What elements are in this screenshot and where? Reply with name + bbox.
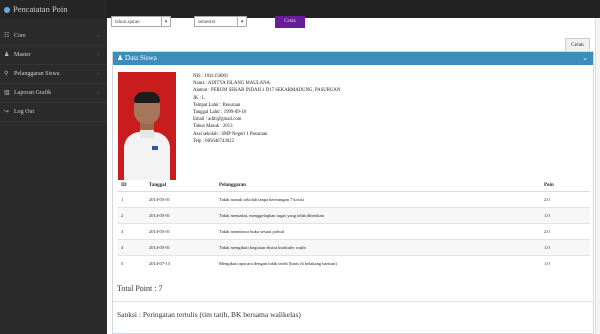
- cell-pelanggaran: Tidak mengikuti kegiatan ekstra kurikule…: [215, 239, 540, 256]
- chevron-down-icon: ▾: [237, 17, 246, 26]
- cell-poin: 1.0: [540, 239, 590, 256]
- student-photo: [118, 72, 176, 180]
- sidebar-item-laporan-grafik[interactable]: ▥ Laporan Grafik ›: [0, 84, 107, 103]
- cell-id: 4: [117, 239, 145, 256]
- cell-tanggal: 2014-05-01: [145, 191, 215, 208]
- student-birthdate: Tanggal Lahir : 1999-09-18: [193, 110, 247, 116]
- cell-id: 1: [117, 191, 145, 208]
- cell-tanggal: 2014-05-01: [145, 207, 215, 224]
- cell-pelanggaran: Tidak memakai, menggelapkan tugas yang t…: [215, 207, 540, 224]
- print-button[interactable]: Cetak: [565, 38, 590, 52]
- cell-id: 5: [117, 255, 145, 271]
- cell-tanggal: 2014-05-01: [145, 239, 215, 256]
- student-entry-year: Tahun Masuk : 2013: [193, 124, 233, 130]
- sidebar-item-pelanggaran-siswa[interactable]: ⚲ Pelanggaran Siswa ›: [0, 65, 107, 84]
- student-nis: NIS : 1041150001: [193, 74, 229, 79]
- table-header-row: ID Tanggal Pelanggaran Poin: [117, 180, 590, 192]
- sidebar-item-label: Pelanggaran Siswa: [14, 71, 60, 77]
- sidebar-item-label: Core: [14, 33, 26, 39]
- top-navbar: [107, 0, 600, 18]
- panel-title: Data Siswa: [125, 54, 157, 62]
- window-frame: [595, 18, 600, 334]
- user-icon: ♟: [4, 52, 10, 58]
- app-brand[interactable]: Pencatatan Poin: [0, 0, 107, 18]
- cell-poin: 1.0: [540, 255, 590, 271]
- student-birthplace: Tempat Lahir : Pasuruan: [193, 102, 241, 108]
- student-gender: JK : L: [193, 95, 205, 101]
- column-header-id[interactable]: ID: [117, 180, 145, 192]
- student-info: NIS : 1041150001 Nama : ADITYA ISLANG MA…: [193, 73, 340, 145]
- chevron-down-icon[interactable]: ⌄: [582, 52, 588, 65]
- sidebar-item-logout[interactable]: ↪ Log Out: [0, 103, 107, 122]
- app-logo-icon: [4, 7, 10, 14]
- student-address: Alamat : PERUM SEKAR INDAH 1 D17 SEKARMA…: [193, 88, 341, 94]
- table-row: 2 2014-05-01 Tidak memakai, menggelapkan…: [117, 207, 590, 224]
- cell-id: 3: [117, 223, 145, 240]
- cell-poin: 2.0: [540, 191, 590, 208]
- student-name: Nama : ADITYA ISLANG MAULANA: [193, 81, 271, 87]
- chevron-right-icon: ›: [97, 90, 99, 96]
- cell-pelanggaran: Mengikuti upacara dengan tidak tertib (b…: [215, 255, 540, 271]
- column-header-pelanggaran[interactable]: Pelanggaran: [215, 180, 540, 192]
- table-row: 5 2014-07-13 Mengikuti upacara dengan ti…: [117, 255, 590, 271]
- table-row: 1 2014-05-01 Tidak masuk sekolah tanpa k…: [117, 191, 590, 208]
- filter-bar: tahun ajaran ▾ semester ▾ Cetak: [107, 16, 595, 30]
- sidebar-item-master[interactable]: ♟ Master ›: [0, 46, 107, 65]
- select-value: semester: [198, 20, 216, 25]
- column-header-poin[interactable]: Poin: [540, 180, 590, 192]
- chart-icon: ▥: [4, 90, 10, 96]
- cell-pelanggaran: Tidak masuk sekolah tanpa keterangan 7 k…: [215, 191, 540, 208]
- total-point: Total Point : 7: [117, 284, 163, 293]
- table-row: 4 2014-05-01 Tidak mengikuti kegiatan ek…: [117, 239, 590, 256]
- cell-pelanggaran: Tidak membawa buku sesuai jadwal: [215, 223, 540, 240]
- sidebar-item-label: Log Out: [14, 109, 35, 115]
- user-icon: ♟: [117, 54, 126, 62]
- semester-select[interactable]: semester ▾: [194, 16, 247, 27]
- cell-poin: 2.0: [540, 223, 590, 240]
- sidebar: Pencatatan Poin ☷ Core › ♟ Master › ⚲ Pelangg…: [0, 0, 107, 334]
- divider: [113, 301, 593, 302]
- sidebar-item-label: Master: [14, 52, 31, 58]
- app-title: Pencatatan Poin: [13, 4, 68, 14]
- student-phone: Telp : 085646743022: [193, 138, 234, 144]
- cell-id: 2: [117, 207, 145, 224]
- table-row: 3 2014-05-01 Tidak membawa buku sesuai j…: [117, 223, 590, 240]
- filter-submit-button[interactable]: Cetak: [275, 16, 305, 28]
- chevron-right-icon: ›: [97, 33, 99, 39]
- student-origin-school: Asal sekolah : SMP Negeri 1 Pasuruan: [193, 131, 268, 137]
- search-icon: ⚲: [4, 71, 9, 77]
- column-header-tanggal[interactable]: Tanggal: [145, 180, 215, 192]
- tahun-ajaran-select[interactable]: tahun ajaran ▾: [111, 16, 171, 27]
- cell-poin: 1.0: [540, 207, 590, 224]
- sanction-text: Sanksi : Peringatan tertulis (tim tatib,…: [117, 310, 301, 319]
- data-siswa-panel: ♟ Data Siswa ⌄ NIS : 1041150001 Nama : AD…: [112, 51, 594, 334]
- cell-tanggal: 2014-05-01: [145, 223, 215, 240]
- student-email: Email : aditi@gmail.com: [193, 117, 242, 123]
- cell-tanggal: 2014-07-13: [145, 255, 215, 271]
- sidebar-menu: ☷ Core › ♟ Master › ⚲ Pelanggaran Siswa › ▥ Lap…: [0, 27, 107, 122]
- grid-icon: ☷: [4, 33, 10, 39]
- chevron-right-icon: ›: [97, 71, 99, 77]
- chevron-down-icon: ▾: [161, 17, 170, 26]
- logout-icon: ↪: [4, 109, 10, 115]
- select-value: tahun ajaran: [115, 20, 140, 25]
- sidebar-item-label: Laporan Grafik: [14, 90, 52, 96]
- panel-header[interactable]: ♟ Data Siswa ⌄: [113, 52, 593, 65]
- violations-table: ID Tanggal Pelanggaran Poin 1 2014-05-01…: [117, 180, 590, 271]
- sidebar-item-core[interactable]: ☷ Core ›: [0, 27, 107, 46]
- chevron-right-icon: ›: [97, 52, 99, 58]
